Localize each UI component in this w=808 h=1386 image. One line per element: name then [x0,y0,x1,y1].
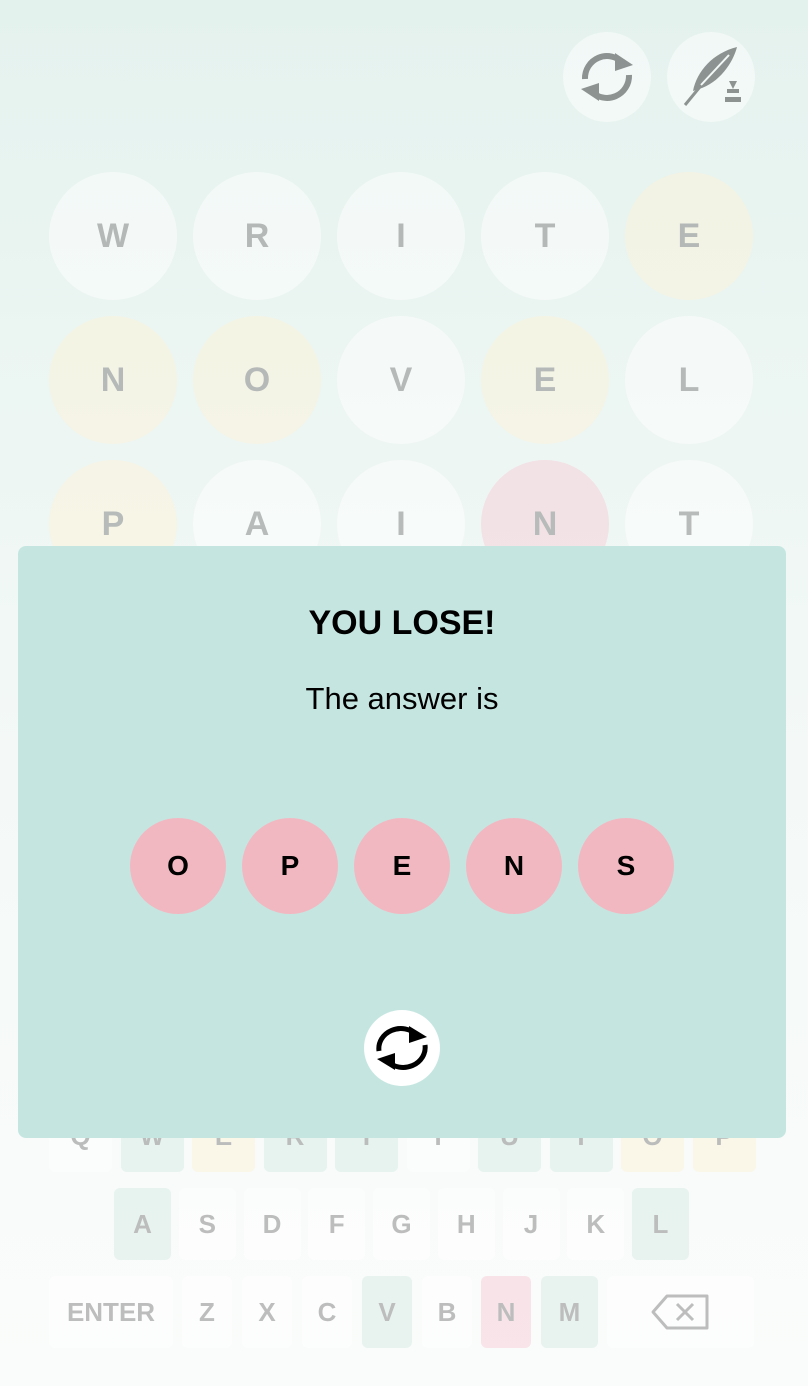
play-again-button[interactable] [364,1010,440,1086]
key-j[interactable]: J [502,1188,560,1260]
key-z[interactable]: Z [182,1276,232,1348]
answer-tile: N [466,818,562,914]
dialog-subtitle: The answer is [305,681,499,716]
key-c[interactable]: C [302,1276,352,1348]
key-h[interactable]: H [437,1188,495,1260]
game-over-dialog: YOU LOSE! The answer is OPENS [18,546,786,1138]
key-l[interactable]: L [632,1188,689,1260]
key-v[interactable]: V [362,1276,412,1348]
key-backspace[interactable] [607,1276,754,1348]
key-x[interactable]: X [242,1276,292,1348]
answer-tile: P [242,818,338,914]
key-f[interactable]: F [308,1188,366,1260]
key-b[interactable]: B [422,1276,472,1348]
key-k[interactable]: K [567,1188,625,1260]
reload-icon [376,1026,428,1070]
key-enter[interactable]: ENTER [49,1276,173,1348]
key-n[interactable]: N [481,1276,531,1348]
backspace-icon [651,1294,708,1330]
answer-tile: S [578,818,674,914]
key-m[interactable]: M [541,1276,598,1348]
dialog-title: YOU LOSE! [308,604,496,642]
key-a[interactable]: A [114,1188,171,1260]
answer-tile: E [354,818,450,914]
key-d[interactable]: D [243,1188,301,1260]
answer-tile: O [130,818,226,914]
key-g[interactable]: G [373,1188,430,1260]
key-s[interactable]: S [178,1188,236,1260]
